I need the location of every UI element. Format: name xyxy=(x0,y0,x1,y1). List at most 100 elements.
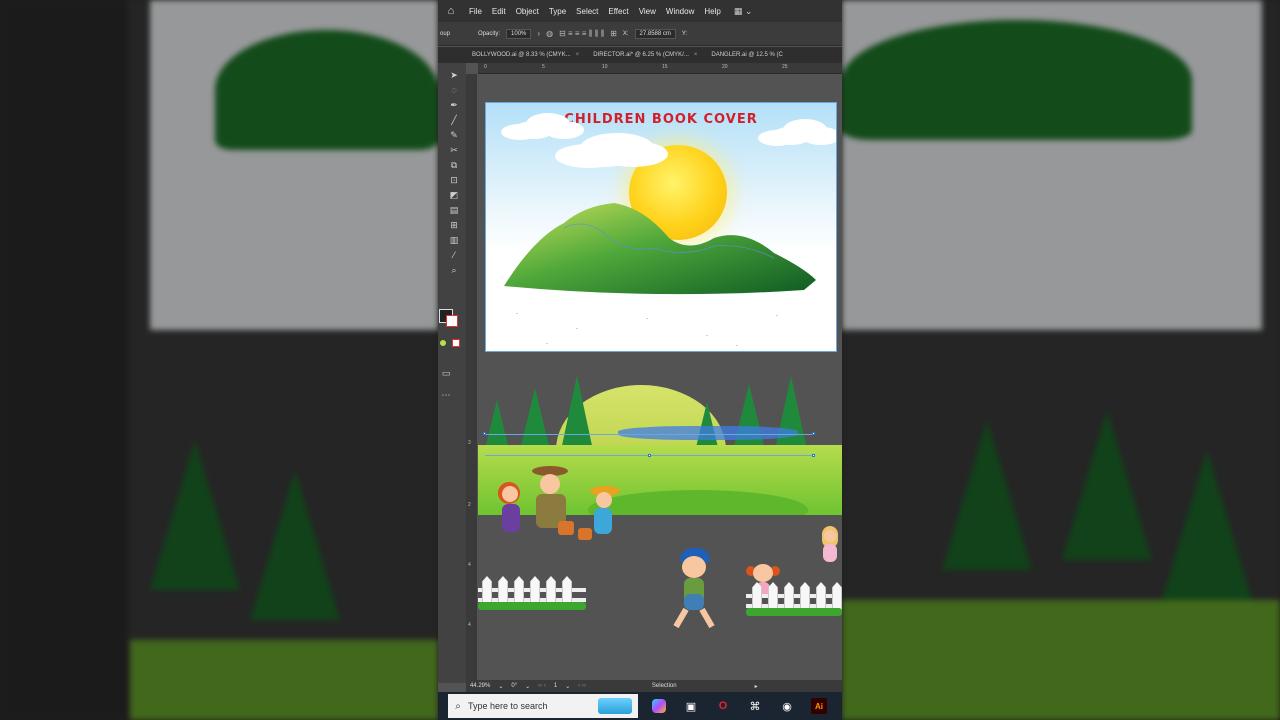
scissors-tool-icon[interactable]: ✂ xyxy=(448,144,460,156)
island-image-icon xyxy=(598,698,632,714)
artboard-nav-icon[interactable]: › ›› xyxy=(574,683,590,689)
copilot-icon[interactable] xyxy=(648,695,670,717)
gradient-tool-icon[interactable]: ▤ xyxy=(448,204,460,216)
menu-view[interactable]: View xyxy=(634,7,661,16)
play-icon[interactable]: ▸ xyxy=(751,683,762,690)
vertical-ruler: 3 2 4 4 xyxy=(466,74,477,680)
ruler-tick: 2 xyxy=(468,502,471,508)
menu-select[interactable]: Select xyxy=(571,7,603,16)
running-boy-illustration[interactable] xyxy=(670,546,722,632)
more-tools-icon[interactable]: ⋯ xyxy=(440,389,452,401)
zoom-tool-icon[interactable]: ⌕ xyxy=(448,264,460,276)
x-coordinate-field[interactable]: 27.8588 cm xyxy=(634,28,676,39)
tab-label: DANGLER.ai @ 12.5 % (C xyxy=(711,52,783,58)
menu-help[interactable]: Help xyxy=(699,7,725,16)
artboard-number[interactable]: 1 xyxy=(550,683,561,689)
blurred-background-right xyxy=(842,0,1280,720)
ruler-tick: 25 xyxy=(782,64,788,70)
shape-builder-tool-icon[interactable]: ◩ xyxy=(448,189,460,201)
mountain xyxy=(504,203,816,295)
scale-tool-icon[interactable]: ⧉ xyxy=(448,159,460,171)
menu-bar: ⌂ File Edit Object Type Select Effect Vi… xyxy=(438,0,842,22)
selection-handle[interactable] xyxy=(812,454,815,457)
menu-window[interactable]: Window xyxy=(661,7,699,16)
mesh-tool-icon[interactable]: ⊞ xyxy=(448,219,460,231)
ruler-tick: 4 xyxy=(468,562,471,568)
ruler-tick: 20 xyxy=(722,64,728,70)
close-icon[interactable]: × xyxy=(694,52,698,58)
screen-mode-icon[interactable]: ▭ xyxy=(440,367,452,379)
x-label: X: xyxy=(622,30,629,37)
capcut-icon[interactable]: ⌘ xyxy=(744,695,766,717)
canvas-area[interactable]: CHILDREN BOOK COVER xyxy=(478,74,842,680)
align-icon[interactable]: ⊟ ≡ ≡ ≡ ⫼ ⫼ ⫼ xyxy=(559,29,604,39)
line-tool-icon[interactable]: ╱ xyxy=(448,114,460,126)
standing-girl-illustration[interactable] xyxy=(820,526,840,576)
status-bar: 44.29% ⌄ 0° ⌄ ‹‹ ‹ 1 ⌄ › ›› Selection ▸ xyxy=(466,680,842,692)
zoom-level[interactable]: 44.29% xyxy=(466,683,494,689)
current-tool-label: Selection xyxy=(651,683,677,689)
chevron-down-icon[interactable]: ⌄ xyxy=(494,683,507,690)
color-mode-icon[interactable] xyxy=(440,340,446,346)
brush-tool-icon[interactable]: ✎ xyxy=(448,129,460,141)
search-placeholder: Type here to search xyxy=(468,701,548,711)
windows-taskbar: ⌕ Type here to search ▣ O ⌘ ◉ Ai xyxy=(438,692,842,720)
fence-left[interactable] xyxy=(478,576,586,610)
menu-object[interactable]: Object xyxy=(511,7,544,16)
menu-type[interactable]: Type xyxy=(544,7,571,16)
illustrator-icon[interactable]: Ai xyxy=(808,695,830,717)
selection-handle[interactable] xyxy=(812,432,815,435)
chevron-down-icon[interactable]: ⌄ xyxy=(561,683,574,690)
opera-icon[interactable]: O xyxy=(712,695,734,717)
cloud xyxy=(514,121,554,139)
cloud xyxy=(771,127,811,145)
tools-panel: ➤ ◌ ✒ ╱ ✎ ✂ ⧉ ⊡ ◩ ▤ ⊞ ▥ ⁄ ⌕ ▭ ⋯ xyxy=(438,63,466,683)
recolor-icon[interactable]: ◍ xyxy=(546,29,553,38)
tab-dangler[interactable]: DANGLER.ai @ 12.5 % (C xyxy=(705,52,790,58)
selection-tool-icon[interactable]: ➤ xyxy=(448,69,460,81)
gardening-family-illustration[interactable] xyxy=(496,466,620,550)
ruler-tick: 10 xyxy=(602,64,608,70)
artboard[interactable]: CHILDREN BOOK COVER xyxy=(485,102,837,352)
search-icon: ⌕ xyxy=(455,700,461,712)
horizontal-ruler: 0 5 10 15 20 25 xyxy=(478,63,842,74)
selection-handle[interactable] xyxy=(483,432,486,435)
opacity-label: Opacity: xyxy=(478,30,501,37)
menu-effect[interactable]: Effect xyxy=(603,7,633,16)
pen-tool-icon[interactable]: ✒ xyxy=(448,99,460,111)
eyedropper-tool-icon[interactable]: ⁄ xyxy=(448,249,460,261)
chevron-right-icon[interactable]: › xyxy=(537,29,540,38)
store-icon[interactable]: ▣ xyxy=(680,695,702,717)
y-label: Y: xyxy=(681,30,688,37)
tab-label: BOLLYWOOD.ai @ 8.33 % (CMYK... xyxy=(472,52,571,58)
close-icon[interactable]: × xyxy=(576,52,580,58)
app-icon[interactable]: ◉ xyxy=(776,695,798,717)
group-label: oup xyxy=(440,30,451,37)
workspace-switcher-icon[interactable]: ▦ ⌄ xyxy=(734,6,753,17)
tab-director[interactable]: DIRECTOR.ai* @ 6.25 % (CMYK/... × xyxy=(587,52,705,58)
blurred-background-left xyxy=(0,0,438,720)
opacity-field[interactable]: 100% xyxy=(506,28,532,39)
ruler-tick: 4 xyxy=(468,622,471,628)
chevron-down-icon[interactable]: ⌄ xyxy=(521,683,534,690)
rotation-value[interactable]: 0° xyxy=(507,683,521,689)
lasso-tool-icon[interactable]: ◌ xyxy=(448,84,460,96)
none-mode-icon[interactable] xyxy=(452,339,460,347)
taskbar-search-box[interactable]: ⌕ Type here to search xyxy=(448,694,638,718)
free-transform-tool-icon[interactable]: ⊡ xyxy=(448,174,460,186)
graph-tool-icon[interactable]: ▥ xyxy=(448,234,460,246)
selection-handle[interactable] xyxy=(648,454,651,457)
ruler-tick: 3 xyxy=(468,440,471,446)
transform-icon[interactable]: ⊞ xyxy=(610,29,617,38)
selection-bounding-box[interactable] xyxy=(485,434,815,456)
menu-file[interactable]: File xyxy=(464,7,487,16)
tab-label: DIRECTOR.ai* @ 6.25 % (CMYK/... xyxy=(593,52,689,58)
fence-right[interactable] xyxy=(746,582,842,616)
illustrator-window: ⌂ File Edit Object Type Select Effect Vi… xyxy=(438,0,842,720)
artboard-nav-icon[interactable]: ‹‹ ‹ xyxy=(534,683,550,689)
cloud xyxy=(568,141,638,167)
stroke-swatch-icon[interactable] xyxy=(446,315,458,327)
menu-edit[interactable]: Edit xyxy=(487,7,511,16)
tab-bollywood[interactable]: BOLLYWOOD.ai @ 8.33 % (CMYK... × xyxy=(438,52,587,58)
home-icon[interactable]: ⌂ xyxy=(438,5,464,17)
